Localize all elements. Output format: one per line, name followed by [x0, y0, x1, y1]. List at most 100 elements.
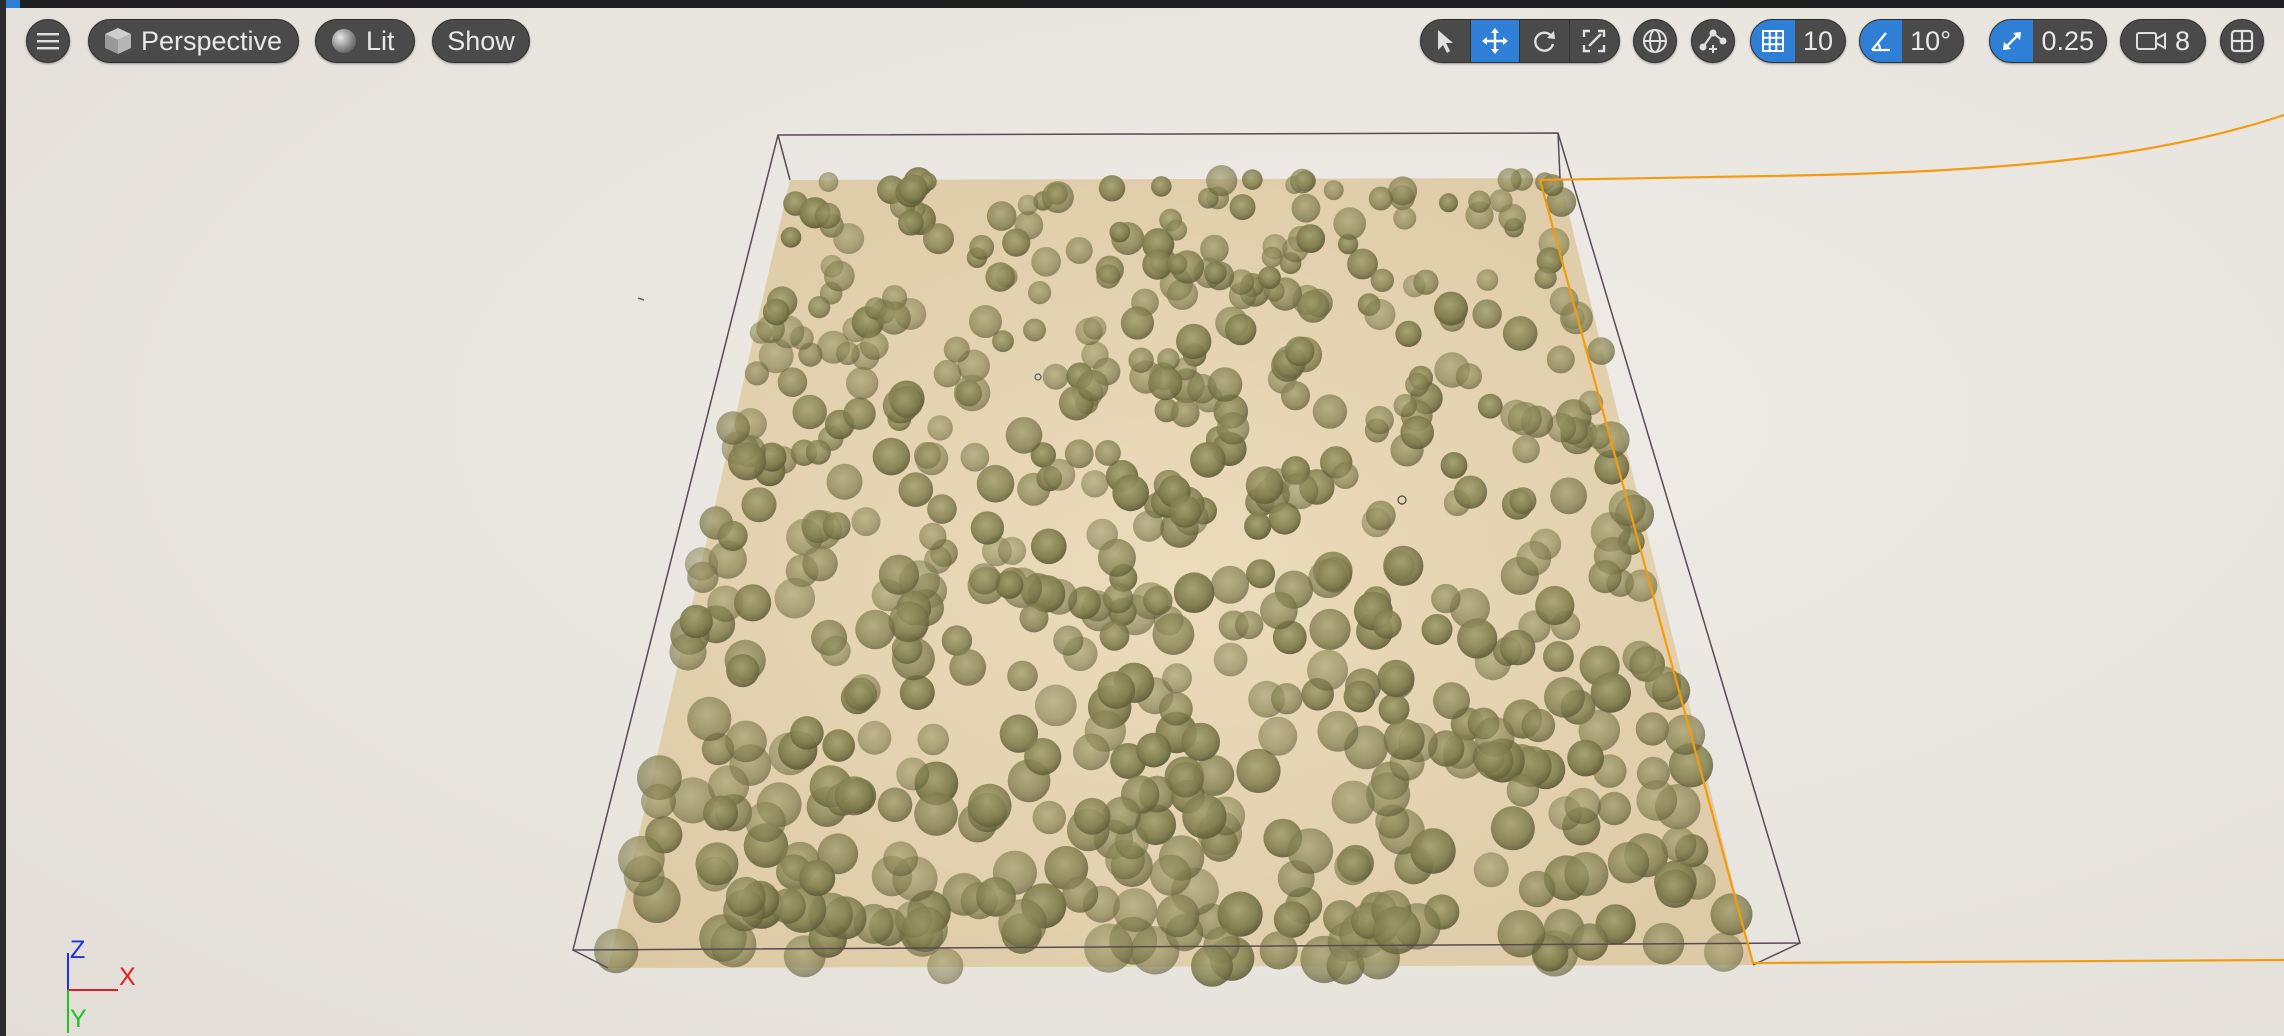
- tree: [1433, 682, 1470, 720]
- surface-snap-button[interactable]: [1691, 19, 1735, 63]
- tree: [1570, 923, 1609, 961]
- tree: [1280, 381, 1311, 411]
- tree: [823, 260, 855, 292]
- tree: [1368, 186, 1393, 211]
- rotation-snap-value: 10°: [1910, 25, 1951, 56]
- tree: [1077, 369, 1109, 402]
- tree: [826, 463, 863, 500]
- tree: [1497, 168, 1522, 192]
- tree: [1509, 487, 1537, 515]
- tree: [1211, 565, 1249, 604]
- scale-snap-toggle[interactable]: [1990, 20, 2034, 62]
- tree: [1655, 869, 1695, 908]
- tree: [1473, 852, 1509, 888]
- tree: [1244, 512, 1272, 540]
- tree: [1475, 741, 1514, 780]
- tree: [1005, 417, 1043, 454]
- tree: [833, 223, 865, 255]
- show-dropdown[interactable]: Show: [432, 19, 530, 63]
- tree: [1506, 774, 1540, 807]
- tree: [844, 677, 878, 711]
- tree: [1587, 337, 1615, 365]
- rotate-tool-button[interactable]: [1520, 20, 1570, 62]
- grid-snap-control[interactable]: 10: [1750, 19, 1846, 63]
- tree: [1204, 261, 1227, 285]
- scale-tool-button[interactable]: [1570, 20, 1620, 62]
- tree: [1597, 791, 1632, 826]
- tree: [1095, 440, 1121, 466]
- tree: [1455, 363, 1482, 390]
- tree: [877, 301, 911, 335]
- tree: [923, 223, 954, 255]
- camera-speed-button[interactable]: 8: [2120, 19, 2206, 63]
- tree: [855, 609, 895, 650]
- viewport-options-button[interactable]: [26, 19, 70, 63]
- tree: [860, 331, 889, 361]
- tree: [917, 723, 949, 756]
- tree: [898, 472, 934, 507]
- tree: [1518, 870, 1556, 908]
- tree: [734, 584, 772, 622]
- tree: [857, 720, 892, 755]
- tree: [1019, 603, 1049, 633]
- tree: [726, 654, 760, 688]
- viewport-layout-button[interactable]: [2220, 19, 2264, 63]
- tree: [1041, 181, 1074, 214]
- window-top-border: [0, 0, 2284, 8]
- camera-speed-value: 8: [2175, 25, 2191, 56]
- tree: [834, 776, 874, 816]
- actor-sprite-icon[interactable]: [637, 297, 645, 301]
- tree: [1109, 221, 1130, 243]
- tree: [1309, 608, 1351, 651]
- tree: [915, 442, 949, 476]
- tree: [1191, 944, 1233, 987]
- cube-icon: [105, 28, 131, 54]
- tree: [1229, 194, 1256, 221]
- tree: [1216, 412, 1250, 445]
- scale-snap-control[interactable]: 0.25: [1989, 19, 2107, 63]
- tree: [679, 604, 713, 639]
- tree: [1242, 169, 1263, 190]
- tree: [1365, 405, 1394, 435]
- grid-snap-toggle[interactable]: [1751, 20, 1795, 62]
- tree: [1316, 556, 1353, 593]
- tree: [1635, 712, 1670, 746]
- tree: [1476, 269, 1499, 291]
- tree: [1042, 363, 1069, 390]
- tree: [594, 928, 639, 974]
- tree: [725, 720, 767, 763]
- tree: [1043, 458, 1076, 491]
- viewport-scene[interactable]: [6, 8, 2284, 1036]
- tree: [1590, 672, 1632, 713]
- tree: [969, 305, 1002, 338]
- tree: [1166, 219, 1188, 241]
- tree: [1083, 316, 1107, 340]
- tree: [1457, 618, 1498, 659]
- tree: [774, 577, 816, 619]
- tree: [1383, 545, 1424, 586]
- tree: [896, 757, 930, 791]
- lit-dropdown[interactable]: Lit: [315, 19, 415, 63]
- tree: [792, 394, 827, 430]
- tree: [843, 397, 876, 430]
- tree: [1331, 780, 1375, 824]
- coordinate-space-button[interactable]: [1633, 19, 1677, 63]
- rotation-snap-control[interactable]: 10°: [1859, 19, 1964, 63]
- tree: [1333, 207, 1366, 240]
- tree: [1170, 398, 1200, 428]
- perspective-dropdown[interactable]: Perspective: [88, 19, 299, 63]
- select-tool-button[interactable]: [1421, 20, 1471, 62]
- tree: [727, 442, 767, 481]
- rotation-snap-toggle[interactable]: [1860, 20, 1903, 62]
- tree: [1377, 659, 1415, 698]
- move-tool-button[interactable]: [1470, 20, 1520, 62]
- tree: [822, 512, 851, 540]
- tree: [1031, 246, 1061, 277]
- tree: [1017, 194, 1039, 216]
- tree: [1490, 806, 1535, 851]
- level-viewport[interactable]: Z X Y: [6, 8, 2284, 1036]
- tree: [1260, 591, 1298, 630]
- tree: [669, 633, 707, 671]
- tree: [1168, 495, 1202, 528]
- tree: [891, 385, 924, 419]
